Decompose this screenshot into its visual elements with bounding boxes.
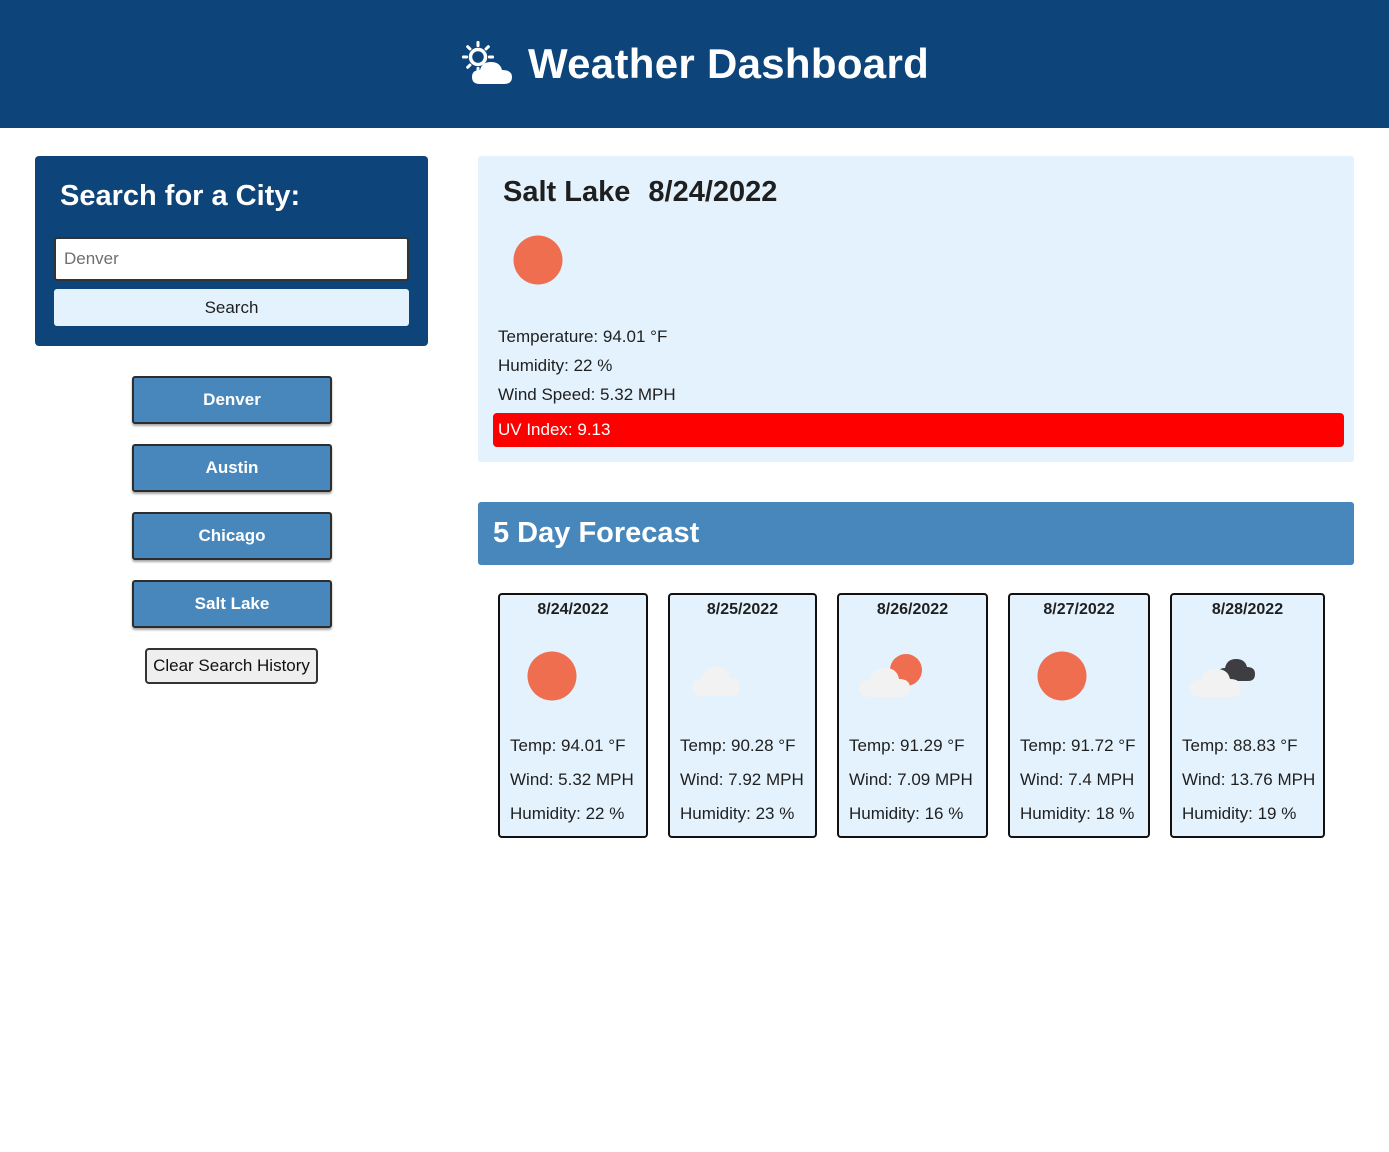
forecast-wind: Wind: 7.09 MPH <box>849 770 973 789</box>
forecast-temp: Temp: 90.28 °F <box>680 736 796 755</box>
dark-clouds-icon <box>1190 659 1255 697</box>
search-button[interactable]: Search <box>54 289 409 326</box>
history-button-austin[interactable]: Austin <box>132 444 332 492</box>
current-weather-panel: Salt Lake 8/24/2022 Temperature: 94.01 °… <box>478 156 1354 462</box>
city-search-input[interactable] <box>54 237 409 281</box>
forecast-heading: 5 Day Forecast <box>478 502 1354 565</box>
forecast-date: 8/26/2022 <box>876 601 949 618</box>
forecast-temp: Temp: 94.01 °F <box>510 736 626 755</box>
forecast-date: 8/24/2022 <box>537 601 609 618</box>
search-panel: Search for a City: Search <box>35 156 428 346</box>
partly-cloudy-icon <box>859 654 922 697</box>
page-title: Weather Dashboard <box>527 40 930 87</box>
forecast-card: 8/26/2022 Temp: 91.29 °F Wind: 7.09 MPH … <box>837 593 988 838</box>
current-date: 8/24/2022 <box>648 176 778 208</box>
forecast-temp: Temp: 91.72 °F <box>1020 736 1136 755</box>
history-button-salt-lake[interactable]: Salt Lake <box>132 580 332 628</box>
forecast-date: 8/27/2022 <box>1043 601 1115 618</box>
forecast-wind: Wind: 7.4 MPH <box>1020 770 1135 789</box>
search-heading: Search for a City: <box>60 180 301 212</box>
current-temperature: Temperature: 94.01 °F <box>498 327 668 346</box>
forecast-humidity: Humidity: 22 % <box>510 804 625 823</box>
cloud-icon <box>692 667 740 696</box>
forecast-wind: Wind: 7.92 MPH <box>680 770 804 789</box>
forecast-humidity: Humidity: 18 % <box>1020 804 1135 823</box>
forecast-temp: Temp: 88.83 °F <box>1182 736 1298 755</box>
forecast-date: 8/28/2022 <box>1211 601 1284 618</box>
sun-icon <box>513 235 563 285</box>
sun-icon <box>527 651 577 701</box>
forecast-temp: Temp: 91.29 °F <box>849 736 965 755</box>
uv-index-badge: UV Index: 9.13 <box>493 413 1344 447</box>
clear-history-button[interactable]: Clear Search History <box>145 648 318 684</box>
history-button-chicago[interactable]: Chicago <box>132 512 332 560</box>
forecast-card: 8/27/2022 Temp: 91.72 °F Wind: 7.4 MPH H… <box>1008 593 1150 838</box>
forecast-wind: Wind: 5.32 MPH <box>510 770 634 789</box>
current-wind-speed: Wind Speed: 5.32 MPH <box>498 385 676 404</box>
forecast-humidity: Humidity: 19 % <box>1182 804 1297 823</box>
current-city: Salt Lake <box>503 176 631 208</box>
cloud-sun-icon <box>461 41 512 84</box>
forecast-card: 8/25/2022 Temp: 90.28 °F Wind: 7.92 MPH … <box>668 593 817 838</box>
history-button-denver[interactable]: Denver <box>132 376 332 424</box>
forecast-humidity: Humidity: 23 % <box>680 804 795 823</box>
current-title: Salt Lake 8/24/2022 <box>503 176 777 209</box>
app-header: Weather Dashboard <box>0 0 1389 128</box>
current-humidity: Humidity: 22 % <box>498 356 613 375</box>
forecast-date: 8/25/2022 <box>706 601 779 618</box>
sun-icon <box>1037 651 1087 701</box>
forecast-card: 8/24/2022 Temp: 94.01 °F Wind: 5.32 MPH … <box>498 593 648 838</box>
forecast-humidity: Humidity: 16 % <box>849 804 964 823</box>
forecast-wind: Wind: 13.76 MPH <box>1182 770 1316 789</box>
forecast-card: 8/28/2022 Temp: 88.83 °F Wind: 13.76 MPH… <box>1170 593 1325 838</box>
